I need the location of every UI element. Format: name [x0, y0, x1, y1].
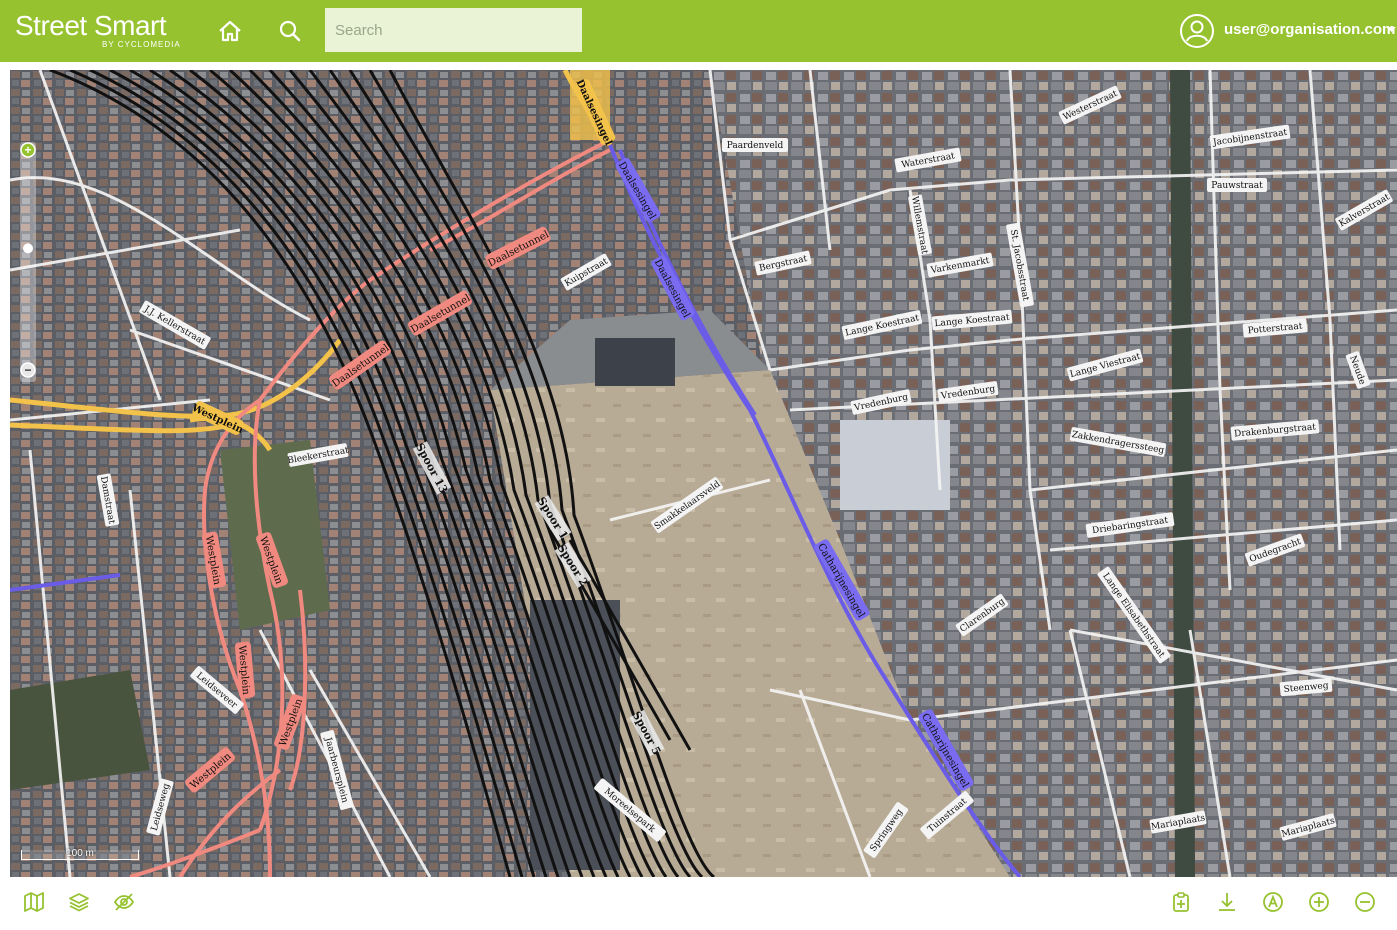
- clipboard-add-icon[interactable]: [1170, 891, 1192, 913]
- zoom-in-glyph: +: [24, 143, 31, 157]
- user-icon[interactable]: [1179, 13, 1215, 49]
- app-logo[interactable]: Street Smart BY CYCLOMEDIA: [15, 10, 190, 52]
- label-pauwstraat: Pauwstraat: [1211, 181, 1263, 191]
- app-subtitle: BY CYCLOMEDIA: [102, 40, 181, 49]
- search-input[interactable]: [325, 8, 582, 52]
- zoom-track[interactable]: [20, 142, 36, 382]
- aerial-building: [595, 338, 675, 386]
- app-title: Street Smart: [15, 10, 167, 41]
- layers-icon[interactable]: [68, 891, 90, 913]
- visibility-off-icon[interactable]: [113, 891, 135, 913]
- top-bar: Street Smart BY CYCLOMEDIA user@organisa…: [0, 0, 1397, 62]
- zoom-slider[interactable]: + −: [10, 138, 48, 383]
- map-canvas[interactable]: Daalsetunnel Daalsetunnel Daalsetunnel W…: [10, 70, 1397, 877]
- scale-bar: 100 m: [21, 848, 139, 864]
- zoom-out-icon[interactable]: [1354, 891, 1376, 913]
- user-email[interactable]: user@organisation.com: [1224, 21, 1395, 38]
- chevron-down-icon[interactable]: [1386, 25, 1397, 35]
- label-paardenveld: Paardenveld: [727, 141, 784, 151]
- home-icon[interactable]: [216, 17, 244, 45]
- map-icon[interactable]: [23, 891, 45, 913]
- zoom-out-glyph: −: [24, 363, 31, 377]
- map-frame: Daalsetunnel Daalsetunnel Daalsetunnel W…: [0, 62, 1397, 930]
- aerial-park: [10, 670, 150, 790]
- measure-icon[interactable]: [1262, 891, 1284, 913]
- bottom-toolbar: [10, 877, 1397, 923]
- aerial-building: [840, 420, 950, 510]
- download-icon[interactable]: [1216, 891, 1238, 913]
- scale-label: 100 m: [66, 848, 94, 859]
- zoom-in-icon[interactable]: [1308, 891, 1330, 913]
- search-icon[interactable]: [276, 17, 304, 45]
- zoom-handle[interactable]: [23, 243, 33, 254]
